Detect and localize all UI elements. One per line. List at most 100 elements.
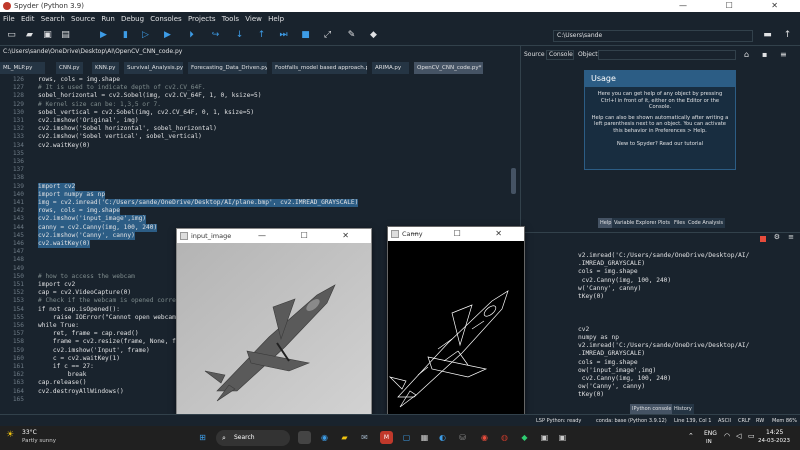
tab-footfalls[interactable]: Footfalls_model based approach.py: [272, 62, 368, 74]
code-line[interactable]: import cv2: [38, 281, 75, 289]
menu-search[interactable]: Search: [41, 15, 65, 23]
code-line[interactable]: ret, frame = cap.read(): [38, 330, 139, 338]
tab-knn[interactable]: KNN.py: [92, 62, 120, 74]
preferences-icon[interactable]: ✎: [346, 30, 357, 41]
options-icon[interactable]: ≡: [780, 48, 787, 62]
menu-debug[interactable]: Debug: [121, 15, 144, 23]
chrome-icon[interactable]: ◉: [478, 431, 491, 444]
code-line[interactable]: if not cap.isOpened():: [38, 306, 120, 314]
weather-desc[interactable]: Partly sunny: [22, 438, 56, 444]
lang-line-1[interactable]: ENG: [704, 430, 717, 437]
battery-icon[interactable]: ▭: [748, 432, 755, 440]
weather-temp[interactable]: 33°C: [22, 429, 37, 436]
mail-icon[interactable]: ✉: [358, 431, 371, 444]
step-icon[interactable]: ↪: [210, 30, 221, 41]
step-into-icon[interactable]: ↓: [234, 30, 245, 41]
tab-opencv-cnn-code[interactable]: OpenCV_CNN_code.py*: [414, 62, 484, 74]
database-icon[interactable]: ⛁: [456, 431, 469, 444]
code-line[interactable]: if c == 27:: [38, 363, 94, 371]
code-line[interactable]: cv2.imshow('Input', frame): [38, 347, 150, 355]
lang-line-2[interactable]: IN: [706, 439, 712, 445]
source-select[interactable]: Console: [546, 50, 574, 60]
window-controls[interactable]: — ☐ ✕: [679, 0, 796, 12]
tray-chevron-icon[interactable]: ⌃: [688, 432, 694, 440]
task-view-icon[interactable]: [298, 431, 311, 444]
code-line[interactable]: sobel_horizontal = cv2.Sobel(img, cv2.CV…: [38, 92, 262, 100]
python-path-icon[interactable]: ◆: [368, 30, 379, 41]
run-icon[interactable]: ▶: [98, 30, 109, 41]
save-all-icon[interactable]: ▤: [60, 30, 71, 41]
menu-icon[interactable]: ≡: [788, 233, 794, 241]
code-line[interactable]: rows, cols = img.shape: [38, 76, 120, 84]
tab-variable-explorer[interactable]: Variable Explorer: [612, 218, 659, 228]
maximize-pane-icon[interactable]: ⤢: [322, 30, 333, 41]
app-icon[interactable]: ▦: [418, 431, 431, 444]
code-line[interactable]: cv2.imshow('input_image',img): [38, 215, 147, 224]
code-line[interactable]: cv2.imshow('Canny', canny): [38, 231, 135, 240]
lock-icon[interactable]: ▪: [762, 48, 767, 62]
clock-time[interactable]: 14:25: [766, 429, 783, 436]
working-directory-field[interactable]: C:\Users\sande: [553, 30, 753, 42]
file-explorer-icon[interactable]: ▰: [338, 431, 351, 444]
menu-source[interactable]: Source: [71, 15, 95, 23]
code-line[interactable]: # Kernel size can be: 1,3,5 or 7.: [38, 101, 161, 109]
usage-paragraph-3[interactable]: New to Spyder? Read our tutorial: [591, 141, 729, 148]
code-line[interactable]: cv2.waitKey(0): [38, 240, 91, 249]
wifi-icon[interactable]: ◠: [724, 432, 730, 440]
code-line[interactable]: # It is used to indicate depth of cv2.CV…: [38, 84, 206, 92]
browse-folder-icon[interactable]: ▬: [762, 30, 773, 41]
new-file-icon[interactable]: ▭: [6, 30, 17, 41]
home-icon[interactable]: ⌂: [744, 48, 749, 62]
parent-dir-icon[interactable]: ↑: [782, 30, 793, 41]
tab-plots[interactable]: Plots: [656, 218, 673, 228]
code-line[interactable]: cv2.imshow('Sobel horizontal', sobel_hor…: [38, 125, 217, 133]
start-icon[interactable]: ⊞: [196, 431, 209, 444]
code-line[interactable]: cap = cv2.VideoCapture(0): [38, 289, 131, 297]
save-icon[interactable]: ▣: [42, 30, 53, 41]
run-selection-icon[interactable]: ▶: [162, 30, 173, 41]
code-line[interactable]: while True:: [38, 322, 79, 330]
store-icon[interactable]: ▢: [400, 431, 413, 444]
search-box[interactable]: ⌕ Search: [216, 430, 290, 446]
code-line[interactable]: # how to access the webcam: [38, 273, 135, 281]
app-icon-3[interactable]: ◆: [518, 431, 531, 444]
debug-icon[interactable]: ⏵: [186, 30, 197, 41]
open-file-icon[interactable]: ▰: [24, 30, 35, 41]
tab-ipython-console[interactable]: IPython console: [630, 404, 674, 414]
object-input[interactable]: [598, 50, 736, 60]
menu-consoles[interactable]: Consoles: [150, 15, 181, 23]
edge-browser-icon[interactable]: ◉: [318, 431, 331, 444]
tab-code-analysis[interactable]: Code Analysis: [686, 218, 725, 228]
tab-ml-mlp[interactable]: ML_MLP.py: [0, 62, 46, 74]
menu-projects[interactable]: Projects: [188, 15, 216, 23]
code-line[interactable]: # Check if the webcam is opened corre: [38, 297, 176, 305]
code-line[interactable]: break: [38, 371, 87, 379]
code-line[interactable]: cv2.imshow('Sobel vertical', sobel_verti…: [38, 133, 202, 141]
volume-icon[interactable]: ◁: [736, 432, 741, 440]
window-icon-1[interactable]: ▣: [538, 431, 551, 444]
menu-tools[interactable]: Tools: [222, 15, 239, 23]
code-line[interactable]: cv2.waitKey(0): [38, 142, 90, 150]
input-image-window[interactable]: input_image — ☐ ✕: [176, 228, 372, 416]
run-cell-icon[interactable]: ▮: [120, 30, 131, 41]
menu-help[interactable]: Help: [268, 15, 284, 23]
code-line[interactable]: raise IOError("Cannot open webcam: [38, 314, 176, 322]
code-line[interactable]: cap.release(): [38, 379, 86, 387]
tab-cnn[interactable]: CNN.py: [56, 62, 84, 74]
tab-survival-analysis[interactable]: Survival_Analysis.py: [124, 62, 184, 74]
tab-arima[interactable]: ARIMA.py: [372, 62, 410, 74]
tab-files[interactable]: Files: [672, 218, 687, 228]
code-line[interactable]: frame = cv2.resize(frame, None, f: [38, 338, 176, 346]
menu-edit[interactable]: Edit: [21, 15, 35, 23]
run-cell-advance-icon[interactable]: ▷: [140, 30, 151, 41]
app-icon-2[interactable]: ◐: [436, 431, 449, 444]
window-icon-2[interactable]: ▣: [556, 431, 569, 444]
clock-date[interactable]: 24-03-2023: [758, 438, 790, 444]
stop-kernel-icon[interactable]: [760, 236, 766, 242]
options-icon[interactable]: ⚙: [774, 233, 780, 241]
mcafee-icon[interactable]: M: [380, 431, 393, 444]
editor-scrollbar[interactable]: [511, 168, 516, 194]
window-controls[interactable]: — ☐ ✕: [258, 229, 365, 243]
code-line[interactable]: canny = cv2.Canny(img, 100, 240): [38, 223, 158, 232]
stop-debug-icon[interactable]: ■: [300, 30, 311, 41]
